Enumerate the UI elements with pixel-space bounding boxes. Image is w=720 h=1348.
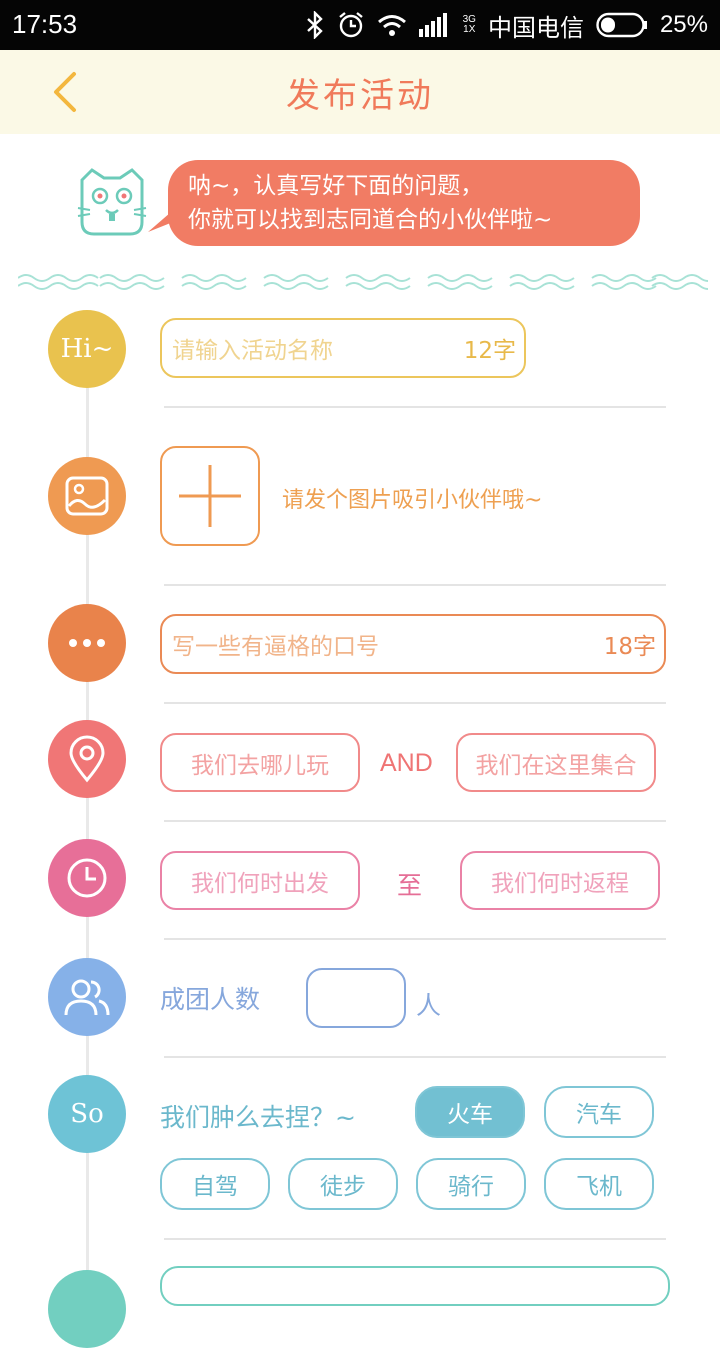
cat-mascot-icon — [77, 168, 147, 236]
signal-icon — [418, 13, 451, 37]
status-time: 17:53 — [12, 9, 78, 39]
transport-label: 我们肿么去捏？~ — [160, 1103, 356, 1132]
slogan-placeholder: 写一些有逼格的口号 — [172, 634, 379, 660]
row-divider — [164, 584, 666, 586]
return-time-field[interactable]: 我们何时返程 — [460, 851, 660, 910]
bluetooth-icon — [305, 11, 325, 39]
intro-line-1: 呐~，认真写好下面的问题， — [188, 173, 484, 199]
row-divider — [164, 1056, 666, 1058]
meeting-point-field[interactable]: 我们在这里集合 — [456, 733, 656, 792]
app-header: 发布活动 — [0, 50, 720, 134]
add-photo-button[interactable] — [160, 446, 260, 546]
intro-line-2: 你就可以找到志同道合的小伙伴啦~ — [188, 207, 553, 233]
status-bar: 17:53 3G 1X 中国电信 25% — [0, 0, 720, 50]
slogan-input[interactable]: 写一些有逼格的口号 18字 — [160, 614, 666, 674]
to-connector: 至 — [397, 871, 423, 900]
location-pin-icon — [48, 720, 126, 798]
wifi-icon — [377, 13, 407, 37]
group-size-unit: 人 — [416, 991, 442, 1020]
next-step-icon — [48, 1270, 126, 1348]
carrier-name: 中国电信 — [487, 14, 584, 42]
group-size-label: 成团人数 — [160, 985, 261, 1014]
group-size-input[interactable] — [306, 968, 406, 1028]
and-connector: AND — [380, 749, 433, 777]
transport-option-bus[interactable]: 汽车 — [544, 1086, 654, 1138]
more-dots-icon — [48, 604, 126, 682]
slogan-limit: 18字 — [603, 634, 656, 660]
transport-option-drive[interactable]: 自驾 — [160, 1158, 270, 1210]
photo-hint: 请发个图片吸引小伙伴哦~ — [282, 488, 543, 513]
transport-option-hike[interactable]: 徒步 — [288, 1158, 398, 1210]
depart-time-field[interactable]: 我们何时出发 — [160, 851, 360, 910]
page-title: 发布活动 — [286, 76, 434, 116]
row-divider — [164, 406, 666, 408]
status-icons: 3G 1X 中国电信 25% — [305, 9, 708, 42]
next-field[interactable] — [160, 1266, 670, 1306]
activity-name-input[interactable]: 请输入活动名称 12字 — [160, 318, 526, 378]
transport-option-train[interactable]: 火车 — [415, 1086, 525, 1138]
plus-icon — [179, 465, 241, 527]
row-divider — [164, 702, 666, 704]
activity-name-limit: 12字 — [463, 338, 516, 364]
row-divider — [164, 820, 666, 822]
hi-badge-icon: Hi~ — [48, 310, 126, 388]
activity-name-placeholder: 请输入活动名称 — [172, 338, 333, 364]
alarm-icon — [337, 11, 365, 39]
row-divider — [164, 938, 666, 940]
image-icon — [48, 457, 126, 535]
destination-field[interactable]: 我们去哪儿玩 — [160, 733, 360, 792]
battery-percent: 25% — [659, 11, 708, 38]
row-divider — [164, 1238, 666, 1240]
network-type: 3G 1X — [462, 14, 476, 35]
transport-option-cycle[interactable]: 骑行 — [416, 1158, 526, 1210]
wave-divider — [18, 274, 708, 290]
so-badge-icon: So — [48, 1075, 126, 1153]
battery-icon — [596, 12, 648, 38]
transport-option-flight[interactable]: 飞机 — [544, 1158, 654, 1210]
people-icon — [48, 958, 126, 1036]
clock-icon — [48, 839, 126, 917]
intro-speech-bubble: 呐~，认真写好下面的问题， 你就可以找到志同道合的小伙伴啦~ — [168, 160, 640, 246]
